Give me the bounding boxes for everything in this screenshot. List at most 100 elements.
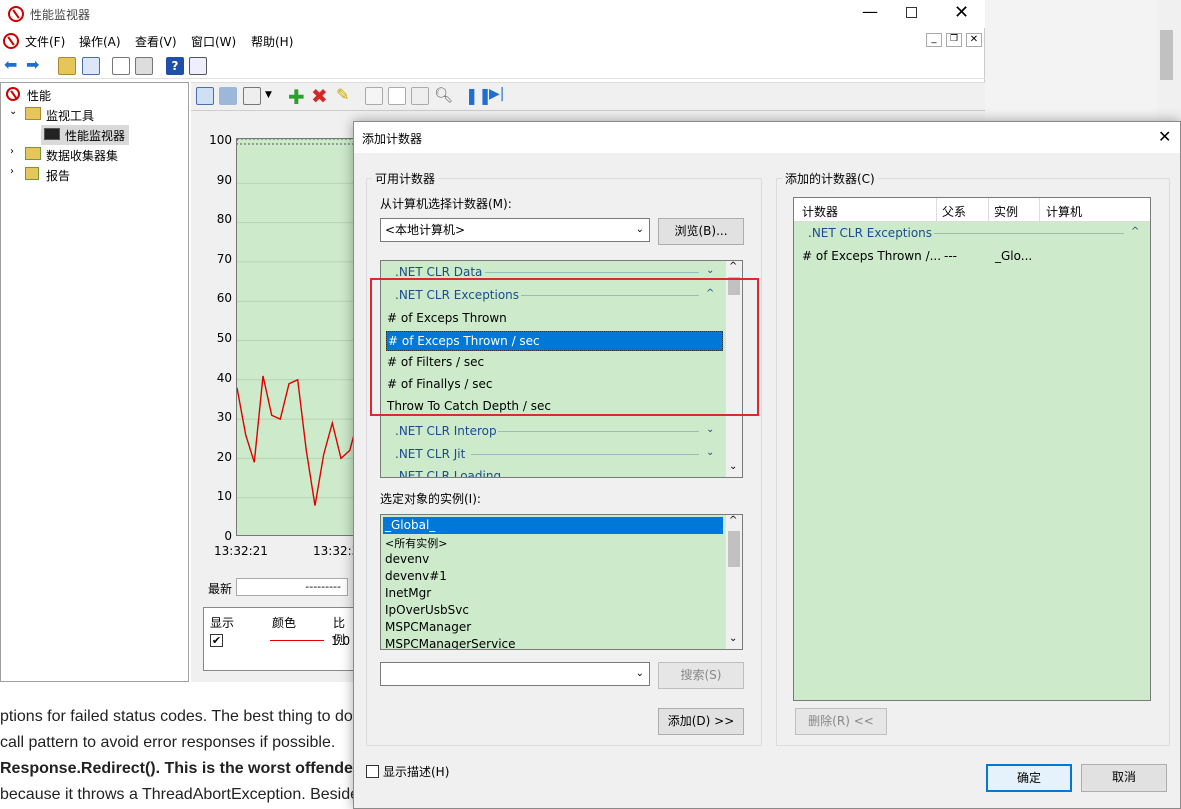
chevron-down-icon: ⌄ [635,224,644,235]
minimize-button[interactable]: — [862,2,878,21]
tree-node-monitoring-tools[interactable]: 监视工具 [46,107,94,124]
search-instance-combo[interactable]: ⌄ [380,662,650,686]
change-graph-type-icon[interactable] [243,87,261,105]
collapse-chevron-icon[interactable]: ^ [1131,226,1139,237]
column-header-parent[interactable]: 父系 [942,203,966,220]
up-folder-icon[interactable] [58,57,76,75]
category-net-clr-interop[interactable]: .NET CLR Interop [395,424,497,438]
column-divider [1039,198,1040,222]
properties-icon[interactable] [112,57,130,75]
help-icon[interactable]: ? [166,57,184,75]
print-icon[interactable] [135,57,153,75]
ok-button[interactable]: 确定 [986,764,1072,792]
cancel-button[interactable]: 取消 [1081,764,1167,792]
expand-chevron-icon[interactable]: ⌄ [706,424,714,435]
add-button[interactable]: 添加(D) >> [658,708,744,735]
scroll-down-icon[interactable]: ⌄ [729,633,737,644]
added-counter-instance: _Glo... [995,249,1033,263]
paste-counter-list-icon[interactable] [388,87,406,105]
expand-chevron-icon[interactable]: ⌄ [706,265,714,276]
added-category-row[interactable]: .NET CLR Exceptions [808,226,932,240]
show-counter-checkbox[interactable]: ✔ [210,634,223,647]
menu-help[interactable]: 帮助(H) [251,33,293,50]
show-action-pane-icon[interactable] [189,57,207,75]
freeze-display-icon[interactable] [219,87,237,105]
show-description-checkbox[interactable] [366,765,379,778]
scroll-up-icon[interactable]: ^ [729,261,737,272]
expand-chevron-icon[interactable]: › [10,166,14,177]
instance-item[interactable]: MSPCManager [385,620,471,634]
navigation-tree: 性能 ⌄ 监视工具 性能监视器 › 数据收集器集 › 报告 [0,82,189,682]
expand-chevron-icon[interactable]: ⌄ [706,447,714,458]
copy-properties-icon[interactable] [365,87,383,105]
expand-chevron-icon[interactable]: › [10,146,14,157]
show-hide-tree-icon[interactable] [82,57,100,75]
category-net-clr-jit[interactable]: .NET CLR Jit [395,447,465,461]
instance-item[interactable]: devenv#1 [385,569,447,583]
menu-file[interactable]: 文件(F) [25,33,65,50]
tree-node-reports[interactable]: 报告 [46,167,70,184]
search-button[interactable]: 搜索(S) [658,662,744,689]
added-list-header: 计数器 父系 实例 计算机 [794,198,1150,222]
tree-node-performance-monitor[interactable]: 性能监视器 [65,127,125,144]
graph-type-dropdown-icon[interactable]: ▼ [265,90,272,100]
instance-item[interactable]: <所有实例> [385,535,447,551]
dialog-title: 添加计数器 [362,132,423,146]
column-header-computer[interactable]: 计算机 [1046,203,1082,220]
instances-list[interactable]: _Global_ <所有实例> devenv devenv#1 InetMgr … [380,514,743,650]
maximize-button[interactable] [906,7,917,18]
mdi-minimize-button[interactable]: _ [926,33,942,47]
added-counter-name[interactable]: # of Exceps Thrown /... [802,249,941,263]
dialog-close-button[interactable]: ✕ [1158,127,1171,146]
instance-item-selected[interactable]: _Global_ [385,518,435,532]
tree-node-performance[interactable]: 性能 [27,87,51,104]
collapse-chevron-icon[interactable]: ⌄ [9,106,17,117]
column-header-instance[interactable]: 实例 [994,203,1018,220]
properties-icon[interactable] [411,87,429,105]
menu-action[interactable]: 操作(A) [79,33,121,50]
back-arrow-icon[interactable]: ⬅ [4,57,22,75]
remove-button[interactable]: 删除(R) << [795,708,887,735]
add-counter-icon[interactable]: ✚ [288,85,305,109]
latest-value: --------- [236,578,348,596]
column-divider [936,198,937,222]
added-counters-list[interactable]: 计数器 父系 实例 计算机 .NET CLR Exceptions ^ # of… [793,197,1151,701]
computer-combo[interactable]: <本地计算机> ⌄ [380,218,650,242]
instances-scrollbar[interactable]: ^ ⌄ [725,515,742,649]
scroll-up-icon[interactable]: ^ [729,515,737,526]
forward-arrow-icon[interactable]: ➡ [26,57,44,75]
pause-icon[interactable]: ❚❚ [465,86,492,105]
column-header-counter[interactable]: 计数器 [802,203,838,220]
category-net-clr-loading[interactable]: .NET CLR Loading [395,469,501,477]
available-counters-label: 可用计数器 [372,170,439,187]
zoom-icon[interactable]: 🔍︎ [434,86,453,104]
mdi-restore-button[interactable]: ❐ [946,33,962,47]
scrollbar-thumb[interactable] [728,531,740,567]
y-tick-label: 70 [216,252,232,266]
tree-node-data-collector-sets[interactable]: 数据收集器集 [46,147,118,164]
browse-button[interactable]: 浏览(B)... [658,218,744,245]
system-menu-icon[interactable] [3,33,19,49]
highlight-icon[interactable]: ✎ [336,85,349,104]
instance-item[interactable]: IpOverUsbSvc [385,603,469,617]
monitor-toolbar: ▼ ✚ ✖ ✎ 🔍︎ ❚❚ ▶| [191,83,985,111]
view-graph-icon[interactable] [196,87,214,105]
menu-window[interactable]: 窗口(W) [191,33,236,50]
instance-item[interactable]: devenv [385,552,429,566]
web-text-line: call pattern to avoid error responses if… [0,734,336,751]
scroll-down-icon[interactable]: ⌄ [729,461,737,472]
selected-instance-highlight[interactable]: _Global_ [383,517,723,534]
category-net-clr-data[interactable]: .NET CLR Data [395,265,482,279]
instance-item[interactable]: MSPCManagerService [385,637,516,649]
close-button[interactable]: ✕ [954,2,969,23]
instance-item[interactable]: InetMgr [385,586,431,600]
menu-view[interactable]: 查看(V) [135,33,177,50]
show-description-label[interactable]: 显示描述(H) [383,763,449,780]
delete-counter-icon[interactable]: ✖ [311,84,328,108]
performance-node-icon [6,87,20,101]
background-scrollbar[interactable] [1158,0,1181,121]
mdi-close-button[interactable]: ✕ [966,33,982,47]
update-data-icon[interactable]: ▶| [489,86,504,102]
scrollbar-thumb[interactable] [1160,30,1173,80]
y-tick-label: 60 [216,291,232,305]
